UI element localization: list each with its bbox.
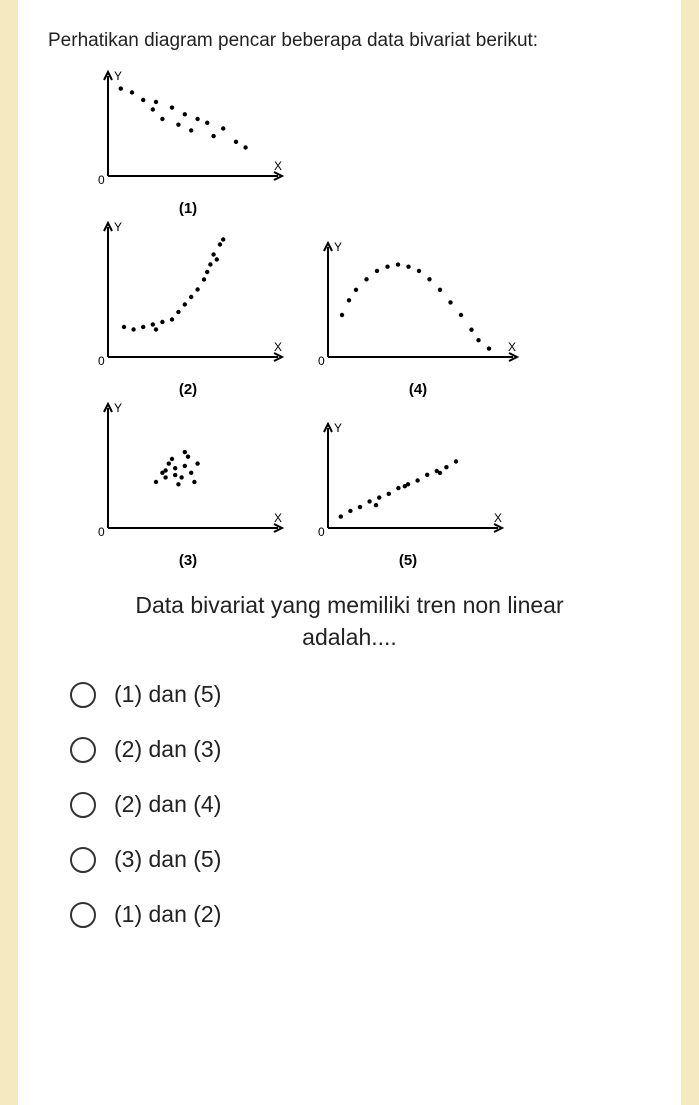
plot-5: Y X 0 (5): [308, 418, 508, 569]
svg-text:0: 0: [98, 173, 105, 187]
svg-text:Y: Y: [114, 401, 122, 415]
radio-icon: [70, 847, 96, 873]
option-label: (1) dan (2): [114, 901, 221, 928]
option-a[interactable]: (1) dan (5): [70, 681, 651, 708]
radio-icon: [70, 792, 96, 818]
scatter-1-svg: Y X 0: [88, 66, 288, 196]
svg-text:0: 0: [98, 525, 105, 539]
radio-icon: [70, 682, 96, 708]
question-card: Perhatikan diagram pencar beberapa data …: [18, 0, 681, 1105]
svg-text:X: X: [274, 511, 282, 525]
svg-text:X: X: [508, 340, 516, 354]
svg-text:X: X: [274, 340, 282, 354]
svg-text:0: 0: [318, 525, 325, 539]
option-c[interactable]: (2) dan (4): [70, 791, 651, 818]
svg-text:X: X: [494, 511, 502, 525]
radio-icon: [70, 902, 96, 928]
plot-4: Y X 0 (4): [308, 237, 528, 398]
plot-2: Y X 0 (2): [88, 217, 288, 398]
svg-text:X: X: [274, 159, 282, 173]
question-text: Data bivariat yang memiliki tren non lin…: [48, 589, 651, 653]
option-label: (2) dan (4): [114, 791, 221, 818]
svg-text:Y: Y: [114, 220, 122, 234]
plot-3: Y X 0 (3): [88, 398, 288, 569]
scatter-3-svg: Y X 0: [88, 398, 288, 548]
intro-text: Perhatikan diagram pencar beberapa data …: [48, 30, 651, 52]
option-label: (3) dan (5): [114, 846, 221, 873]
option-label: (2) dan (3): [114, 736, 221, 763]
option-b[interactable]: (2) dan (3): [70, 736, 651, 763]
scatter-4-svg: Y X 0: [308, 237, 528, 377]
scatter-2-svg: Y X 0: [88, 217, 288, 377]
scatter-diagrams: Y X 0 (1) Y X: [88, 66, 608, 569]
svg-text:Y: Y: [334, 421, 342, 435]
option-e[interactable]: (1) dan (2): [70, 901, 651, 928]
option-d[interactable]: (3) dan (5): [70, 846, 651, 873]
answer-options: (1) dan (5) (2) dan (3) (2) dan (4) (3) …: [70, 681, 651, 928]
svg-text:Y: Y: [334, 240, 342, 254]
svg-text:Y: Y: [114, 69, 122, 83]
plot-1: Y X 0 (1): [88, 66, 288, 217]
svg-text:0: 0: [318, 354, 325, 368]
option-label: (1) dan (5): [114, 681, 221, 708]
radio-icon: [70, 737, 96, 763]
svg-text:0: 0: [98, 354, 105, 368]
scatter-5-svg: Y X 0: [308, 418, 508, 548]
